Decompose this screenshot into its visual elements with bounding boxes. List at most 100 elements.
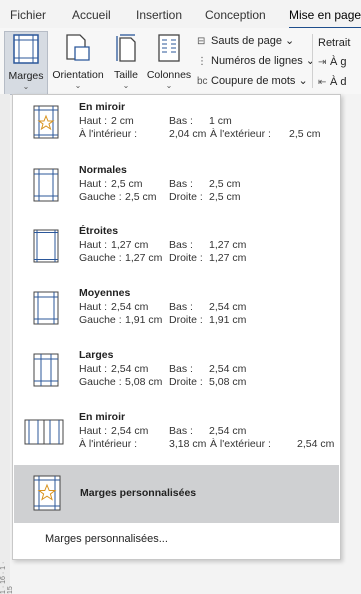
value-gauche: 2,5 cm xyxy=(125,191,157,203)
label-bas: Bas : xyxy=(169,425,193,437)
value-haut: 2,54 cm xyxy=(111,425,149,437)
custom-title: Marges personnalisées xyxy=(80,487,197,499)
value-bas: 2,54 cm xyxy=(209,301,247,313)
option-title: Larges xyxy=(79,349,114,361)
line-numbers-icon: ⋮ xyxy=(197,56,207,67)
value-interieur: 3,18 cm xyxy=(169,438,207,450)
hyphenation-icon: bc xyxy=(197,76,208,87)
label-interieur: À l'intérieur : xyxy=(79,128,138,140)
indent-left-label: À g xyxy=(330,56,347,68)
value-gauche: 5,08 cm xyxy=(125,376,163,388)
margins-chevron-icon: ⌄ xyxy=(22,82,30,91)
orientation-icon xyxy=(66,34,90,61)
label-gauche: Gauche : xyxy=(79,252,122,264)
value-gauche: 1,27 cm xyxy=(125,252,163,264)
columns-button[interactable]: Colonnes ⌄ xyxy=(145,31,193,93)
label-droite: Droite : xyxy=(169,376,203,388)
margins-label: Marges xyxy=(8,70,44,82)
label-gauche: Gauche : xyxy=(79,314,122,326)
tab-fichier[interactable]: Fichier xyxy=(10,8,46,22)
orientation-button[interactable]: Orientation ⌄ xyxy=(50,31,106,93)
value-bas: 2,5 cm xyxy=(209,178,241,190)
option-title: Étroites xyxy=(79,225,119,237)
moderate-margin-icon xyxy=(33,291,59,325)
hyphenation-chevron-icon: ⌄ xyxy=(298,75,308,87)
value-haut: 2,54 cm xyxy=(111,363,149,375)
value-droite: 5,08 cm xyxy=(209,376,247,388)
hyphenation-button[interactable]: bc Coupure de mots ⌄ xyxy=(197,74,308,87)
label-exterieur: À l'extérieur : xyxy=(210,438,271,450)
option-title: Normales xyxy=(79,164,127,176)
page-breaks-chevron-icon: ⌄ xyxy=(285,35,295,47)
label-interieur: À l'intérieur : xyxy=(79,438,138,450)
option-title: En miroir xyxy=(79,101,126,113)
normal-margin-icon xyxy=(33,168,59,202)
margin-option-mirrored[interactable]: En miroir Haut : 2,54 cm Bas : 2,54 cm À… xyxy=(13,411,340,467)
margin-option-wide[interactable]: Larges Haut : 2,54 cm Bas : 2,54 cm Gauc… xyxy=(13,349,340,405)
hyphenation-label: Coupure de mots xyxy=(211,75,296,87)
value-gauche: 1,91 cm xyxy=(125,314,163,326)
tab-insertion[interactable]: Insertion xyxy=(136,8,182,22)
tab-accueil[interactable]: Accueil xyxy=(72,8,111,22)
custom-margin-star-icon xyxy=(33,475,61,511)
mirror-margin-star-icon xyxy=(33,105,59,139)
indent-right-label: À d xyxy=(330,76,347,88)
value-haut: 2,54 cm xyxy=(111,301,149,313)
page-breaks-button[interactable]: ⊟ Sauts de page ⌄ xyxy=(197,34,294,47)
margins-dropdown-menu: En miroir Haut : 2 cm Bas : 1 cm À l'int… xyxy=(12,94,341,560)
value-bas: 2,54 cm xyxy=(209,425,247,437)
label-droite: Droite : xyxy=(169,252,203,264)
label-exterieur: À l'extérieur : xyxy=(210,128,271,140)
mirrored-pages-icon xyxy=(24,419,64,445)
label-haut: Haut : xyxy=(79,301,108,313)
indent-right-icon: ⇤ xyxy=(318,77,327,88)
value-interieur: 2,04 cm xyxy=(169,128,207,140)
custom-margins-link[interactable]: Marges personnalisées... xyxy=(45,533,168,545)
size-label: Taille xyxy=(114,69,138,81)
label-bas: Bas : xyxy=(169,178,193,190)
indent-left-field[interactable]: ⇥ À g xyxy=(318,56,347,68)
retrait-label: Retrait xyxy=(318,37,351,49)
value-haut: 2,5 cm xyxy=(111,178,143,190)
value-droite: 2,5 cm xyxy=(209,191,241,203)
margin-option-normal[interactable]: Normales Haut : 2,5 cm Bas : 2,5 cm Gauc… xyxy=(13,164,340,220)
wide-margin-icon xyxy=(33,353,59,387)
ribbon-tab-bar: Fichier Accueil Insertion Conception Mis… xyxy=(0,0,361,29)
value-bas: 2,54 cm xyxy=(209,363,247,375)
option-title: En miroir xyxy=(79,411,126,423)
value-haut: 2 cm xyxy=(111,115,134,127)
label-bas: Bas : xyxy=(169,239,193,251)
tab-conception[interactable]: Conception xyxy=(205,8,266,22)
margin-option-mirror-last[interactable]: En miroir Haut : 2 cm Bas : 1 cm À l'int… xyxy=(13,101,340,157)
label-haut: Haut : xyxy=(79,363,108,375)
margins-button[interactable]: Marges ⌄ xyxy=(4,31,48,95)
label-bas: Bas : xyxy=(169,301,193,313)
value-exterieur: 2,54 cm xyxy=(297,438,335,450)
orientation-chevron-icon: ⌄ xyxy=(74,81,82,90)
margin-option-narrow[interactable]: Étroites Haut : 1,27 cm Bas : 1,27 cm Ga… xyxy=(13,225,340,281)
size-chevron-icon: ⌄ xyxy=(122,81,130,90)
value-bas: 1 cm xyxy=(209,115,232,127)
label-droite: Droite : xyxy=(169,314,203,326)
option-title: Moyennes xyxy=(79,287,131,299)
value-exterieur: 2,5 cm xyxy=(289,128,321,140)
label-haut: Haut : xyxy=(79,178,108,190)
tab-mise-en-page[interactable]: Mise en page xyxy=(289,8,361,29)
label-gauche: Gauche : xyxy=(79,376,122,388)
size-button[interactable]: Taille ⌄ xyxy=(110,31,142,93)
label-droite: Droite : xyxy=(169,191,203,203)
columns-icon xyxy=(158,34,180,62)
line-numbers-label: Numéros de lignes xyxy=(211,55,303,67)
margin-option-moderate[interactable]: Moyennes Haut : 2,54 cm Bas : 2,54 cm Ga… xyxy=(13,287,340,343)
columns-label: Colonnes xyxy=(146,69,192,81)
margin-option-custom[interactable]: Marges personnalisées xyxy=(14,465,339,523)
page-breaks-label: Sauts de page xyxy=(211,35,282,47)
orientation-label: Orientation xyxy=(52,69,104,81)
label-haut: Haut : xyxy=(79,425,108,437)
value-bas: 1,27 cm xyxy=(209,239,247,251)
label-bas: Bas : xyxy=(169,363,193,375)
page-size-icon xyxy=(116,34,136,62)
value-haut: 1,27 cm xyxy=(111,239,149,251)
line-numbers-button[interactable]: ⋮ Numéros de lignes ⌄ xyxy=(197,54,315,67)
indent-right-field[interactable]: ⇤ À d xyxy=(318,76,347,88)
